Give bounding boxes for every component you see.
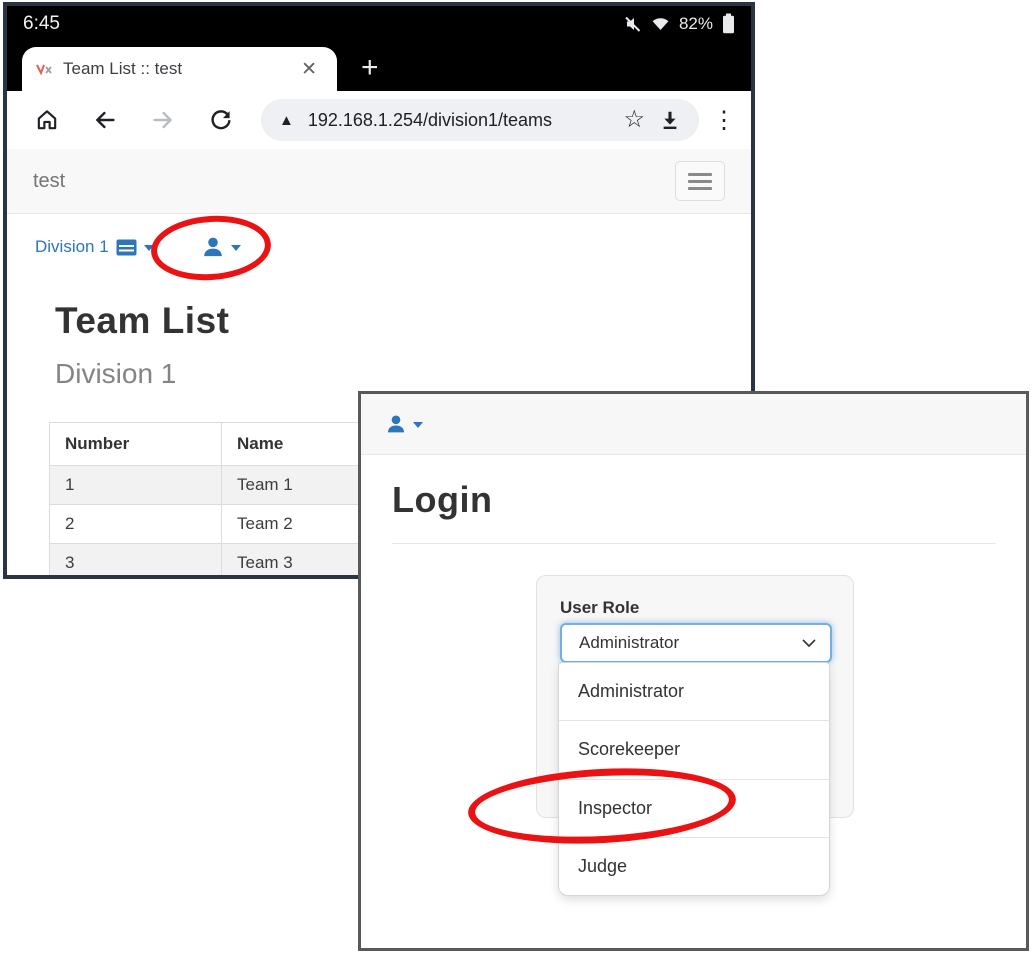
home-icon[interactable] xyxy=(27,100,67,140)
bookmark-star-icon[interactable]: ☆ xyxy=(623,108,645,132)
navbar-brand[interactable]: test xyxy=(33,170,65,193)
nav-links-row: Division 1 xyxy=(7,214,751,280)
chevron-down-icon xyxy=(802,639,816,648)
page-title: Team List xyxy=(55,300,751,342)
not-secure-warning-icon: ▲ xyxy=(279,112,294,129)
mute-icon xyxy=(624,15,642,33)
login-navbar xyxy=(361,394,1026,455)
site-navbar: test xyxy=(7,149,751,214)
back-icon[interactable] xyxy=(85,100,125,140)
divider xyxy=(392,543,996,544)
table-icon xyxy=(116,239,137,256)
user-role-select[interactable]: Administrator xyxy=(560,623,832,663)
chevron-down-icon xyxy=(413,422,423,428)
url-bar[interactable]: ▲ 192.168.1.254/division1/teams ☆ xyxy=(261,99,699,141)
team-number-cell: 3 xyxy=(50,544,222,580)
battery-percent-text: 82% xyxy=(679,14,713,34)
url-text[interactable]: 192.168.1.254/division1/teams xyxy=(308,110,610,131)
login-screenshot: Login User Role Administrator Administra… xyxy=(358,391,1029,951)
browser-toolbar: ▲ 192.168.1.254/division1/teams ☆ ⋮ xyxy=(7,91,751,149)
team-number-cell: 1 xyxy=(50,466,222,505)
hamburger-menu-button[interactable] xyxy=(675,161,725,201)
user-role-label: User Role xyxy=(560,598,853,618)
column-header-number: Number xyxy=(50,423,222,466)
division-dropdown[interactable]: Division 1 xyxy=(35,237,154,257)
forward-icon[interactable] xyxy=(143,100,183,140)
option-judge[interactable]: Judge xyxy=(559,837,829,895)
page-subtitle: Division 1 xyxy=(55,358,751,390)
division-dropdown-label: Division 1 xyxy=(35,237,109,257)
selected-role-value: Administrator xyxy=(579,633,679,653)
tab-close-icon[interactable]: ✕ xyxy=(295,58,323,81)
status-bar: 6:45 82% xyxy=(7,6,751,41)
tab-strip: Team List :: test ✕ + xyxy=(7,41,751,91)
user-icon xyxy=(386,414,406,434)
clock-text: 6:45 xyxy=(23,13,60,35)
browser-menu-icon[interactable]: ⋮ xyxy=(707,106,741,135)
wifi-icon xyxy=(651,15,670,32)
browser-tab[interactable]: Team List :: test ✕ xyxy=(22,47,337,91)
tab-title: Team List :: test xyxy=(63,59,285,79)
favicon xyxy=(36,62,53,77)
new-tab-icon[interactable]: + xyxy=(361,51,379,85)
reload-icon[interactable] xyxy=(201,100,241,140)
option-administrator[interactable]: Administrator xyxy=(559,663,829,720)
download-icon[interactable] xyxy=(659,109,681,131)
login-heading: Login xyxy=(392,479,1026,521)
team-number-cell: 2 xyxy=(50,505,222,544)
battery-icon xyxy=(722,13,735,34)
user-menu-dropdown[interactable] xyxy=(386,414,423,434)
